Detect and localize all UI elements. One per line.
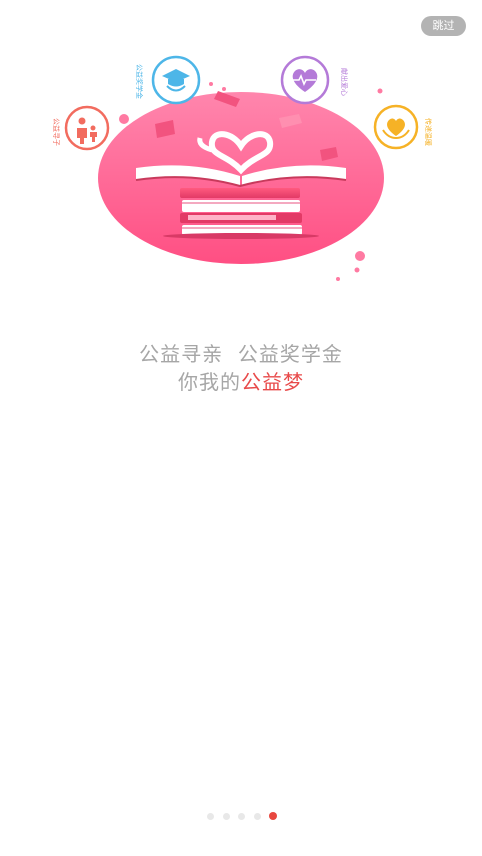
heartbeat-caption: 献出爱心 (340, 68, 349, 96)
onboarding-illustration: 公益寻子 公益奖学金 献出爱心 传递温暖 (52, 55, 433, 281)
love-hands-caption: 传递温暖 (424, 118, 433, 146)
page-dot[interactable] (222, 812, 230, 820)
book-stack (163, 188, 319, 239)
graduate-icon (151, 55, 201, 105)
page-dot[interactable] (238, 812, 245, 820)
parent-child-caption: 公益寻子 (52, 118, 61, 146)
love-hands-icon (373, 104, 419, 150)
page-indicator (207, 811, 277, 821)
page-dot-active[interactable] (269, 812, 277, 820)
tagline-line-1: 公益寻亲 公益奖学金 (139, 342, 343, 366)
tagline-highlight: 公益梦 (241, 370, 304, 394)
heartbeat-icon (280, 55, 330, 105)
page-dot[interactable] (253, 812, 261, 820)
graduate-caption: 公益奖学金 (135, 64, 144, 99)
parent-child-icon (64, 105, 110, 151)
page-dot[interactable] (207, 812, 214, 820)
tagline-line-2: 你我的公益梦 (0, 366, 482, 395)
tagline-prefix: 你我的 (178, 370, 241, 394)
